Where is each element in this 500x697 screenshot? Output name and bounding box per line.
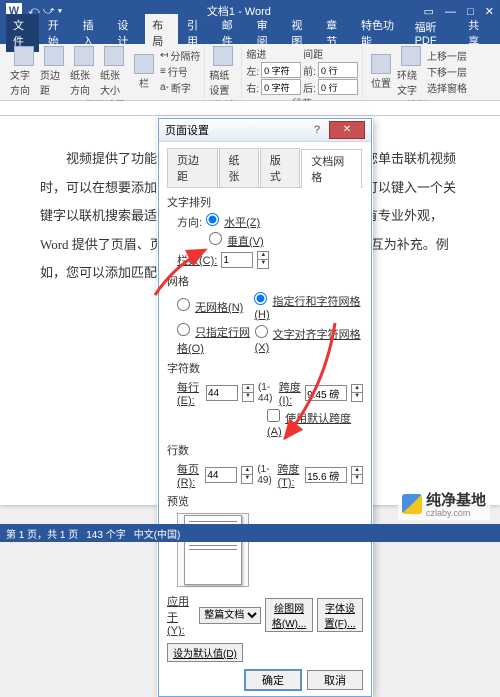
set-default-button[interactable]: 设为默认值(D) — [167, 643, 243, 662]
tab-layout[interactable]: 版式 — [260, 148, 300, 187]
radio-char-align-grid[interactable]: 文字对齐字符网格(X) — [255, 325, 363, 354]
line-pitch-input[interactable] — [305, 467, 347, 483]
lines-spinner[interactable]: ▲▼ — [241, 466, 253, 484]
tab-margins[interactable]: 页边距 — [167, 148, 218, 187]
text-direction-button[interactable]: 文字方向 — [10, 46, 38, 97]
tab-pdf[interactable]: 福昕PDF — [408, 16, 460, 50]
bring-forward-button[interactable]: 上移一层 — [427, 48, 467, 63]
text-direction-label: 文字排列 — [167, 194, 363, 210]
indent-right-input[interactable] — [261, 79, 301, 95]
line-numbers-button[interactable]: ≡ 行号 — [160, 64, 200, 79]
radio-horizontal[interactable]: 水平(Z) — [206, 213, 260, 230]
dialog-help-icon[interactable]: ? — [307, 124, 327, 136]
orientation-button[interactable]: 纸张方向 — [70, 46, 98, 97]
status-wordcount[interactable]: 143 个字 — [86, 526, 125, 541]
status-language[interactable]: 中文(中国) — [134, 526, 181, 541]
breaks-button[interactable]: ↤ 分隔符 — [160, 48, 200, 63]
radio-line-grid[interactable]: 只指定行网格(O) — [177, 323, 251, 356]
char-pitch-input[interactable] — [305, 385, 347, 401]
chars-label: 字符数 — [167, 360, 363, 376]
use-default-pitch-checkbox[interactable]: 使用默认跨度(A) — [267, 409, 363, 438]
statusbar: 第 1 页，共 1 页 143 个字 中文(中国) — [0, 524, 500, 542]
dialog-title: 页面设置 — [165, 122, 307, 138]
tab-document-grid[interactable]: 文档网格 — [301, 149, 362, 188]
spacing-after-input[interactable] — [318, 79, 358, 95]
margins-button[interactable]: 页边距 — [40, 46, 68, 97]
chars-spinner[interactable]: ▲▼ — [242, 384, 254, 402]
page-setup-dialog: 页面设置 ? ✕ 页边距 纸张 版式 文档网格 文字排列 方向: 水平(Z) 垂… — [158, 118, 372, 697]
dialog-close-button[interactable]: ✕ — [329, 121, 365, 139]
ribbon: 文字方向 页边距 纸张方向 纸张大小 栏 ↤ 分隔符 ≡ 行号 a- 断字 页面… — [0, 44, 500, 101]
tab-paper[interactable]: 纸张 — [219, 148, 259, 187]
send-backward-button[interactable]: 下移一层 — [427, 64, 467, 79]
draw-grid-button[interactable]: 绘图网格(W)... — [265, 598, 313, 632]
chars-per-line-input[interactable] — [206, 385, 238, 401]
indent-left-input[interactable] — [261, 62, 301, 78]
cancel-button[interactable]: 取消 — [307, 670, 363, 690]
watermark-logo-icon — [402, 494, 422, 514]
ruler[interactable] — [0, 101, 500, 116]
grid-label: 网格 — [167, 273, 363, 289]
spacing-label: 间距 — [303, 46, 358, 61]
lines-per-page-input[interactable] — [205, 467, 237, 483]
radio-vertical[interactable]: 垂直(V) — [209, 232, 264, 249]
preview-label: 预览 — [167, 493, 363, 509]
wrap-text-button[interactable]: 环绕文字 — [397, 46, 425, 97]
hyphenation-button[interactable]: a- 断字 — [160, 80, 200, 95]
columns-spinner[interactable]: ▲▼ — [257, 251, 269, 269]
char-pitch-spinner[interactable]: ▲▼ — [351, 384, 363, 402]
position-button[interactable]: 位置 — [367, 54, 395, 90]
spacing-before-input[interactable] — [318, 62, 358, 78]
size-button[interactable]: 纸张大小 — [100, 46, 128, 97]
status-page[interactable]: 第 1 页，共 1 页 — [6, 526, 78, 541]
lines-label: 行数 — [167, 442, 363, 458]
line-pitch-spinner[interactable]: ▲▼ — [351, 466, 363, 484]
manuscript-button[interactable]: 稿纸设置 — [209, 46, 237, 97]
watermark: 纯净基地 czlaby.com — [398, 487, 490, 520]
columns-input[interactable] — [221, 252, 253, 268]
apply-to-select[interactable]: 整篇文档 — [199, 607, 261, 624]
radio-no-grid[interactable]: 无网格(N) — [177, 298, 250, 315]
radio-line-char-grid[interactable]: 指定行和字符网格(H) — [254, 292, 363, 321]
selection-pane-button[interactable]: 选择窗格 — [427, 80, 467, 95]
ok-button[interactable]: 确定 — [245, 670, 301, 690]
columns-button[interactable]: 栏 — [130, 54, 158, 90]
font-settings-button[interactable]: 字体设置(F)... — [317, 598, 363, 632]
ribbon-tabs: 文件 开始 插入 设计 布局 引用 邮件 审阅 视图 章节 特色功能 福昕PDF… — [0, 22, 500, 44]
indent-label: 缩进 — [246, 46, 301, 61]
